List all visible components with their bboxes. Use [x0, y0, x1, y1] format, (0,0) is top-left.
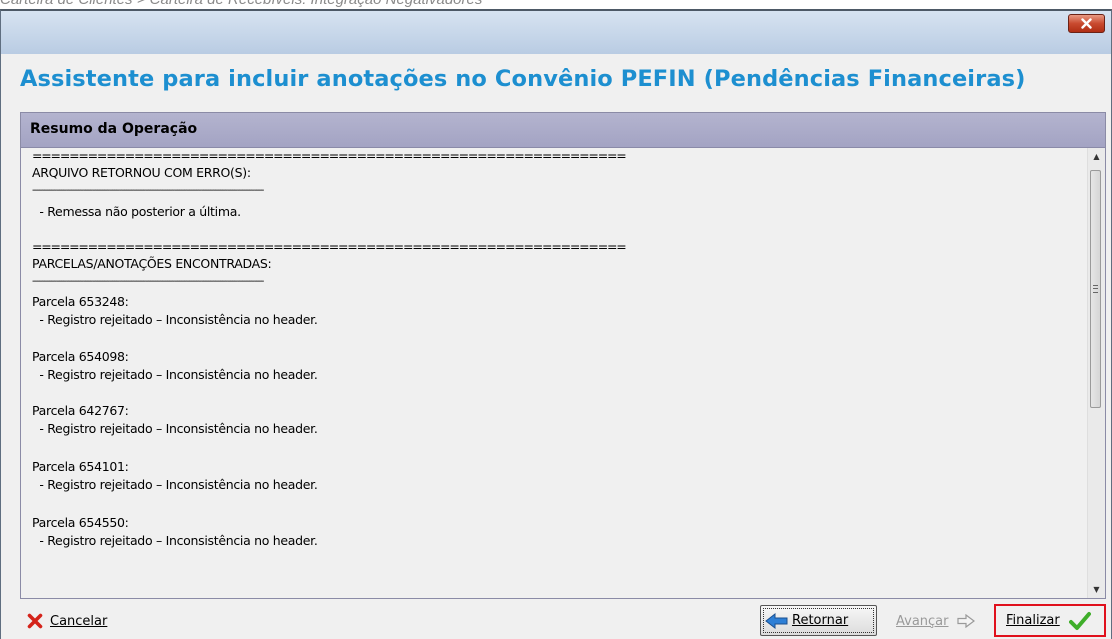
separator-line: ----------------------------------------… [32, 276, 264, 287]
panel-header: Resumo da Operação [21, 113, 1105, 148]
close-button[interactable] [1068, 14, 1105, 33]
retornar-button[interactable]: Retornar [760, 605, 877, 636]
summary-line: - Registro rejeitado – Inconsistência no… [32, 421, 318, 436]
summary-line: Parcela 653248: [32, 294, 129, 309]
summary-line: PARCELAS/ANOTAÇÕES ENCONTRADAS: [32, 256, 272, 271]
wizard-footer: Cancelar Retornar Avançar Finalizar [1, 602, 1111, 639]
left-arrow-icon [765, 612, 789, 629]
cancel-button[interactable]: Cancelar [27, 607, 137, 635]
close-icon [1081, 14, 1092, 33]
cancel-label: Cancelar [50, 613, 108, 629]
scroll-up-arrow-icon[interactable]: ▲ [1088, 148, 1105, 165]
window-titlebar [1, 11, 1111, 55]
summary-panel: Resumo da Operação =====================… [20, 112, 1106, 599]
separator-line: ========================================… [32, 239, 627, 254]
retornar-label: Retornar [792, 613, 849, 628]
finalizar-button[interactable]: Finalizar [994, 604, 1106, 637]
vertical-scrollbar[interactable]: ▲ ▼ [1087, 148, 1105, 598]
check-icon [1068, 611, 1091, 631]
summary-line: Parcela 654101: [32, 459, 129, 474]
summary-line: ARQUIVO RETORNOU COM ERRO(S): [32, 165, 251, 180]
summary-line: - Registro rejeitado – Inconsistência no… [32, 367, 318, 382]
red-x-icon [27, 613, 43, 629]
summary-line: Parcela 654550: [32, 515, 129, 530]
panel-title: Resumo da Operação [30, 121, 198, 137]
summary-line: Parcela 654098: [32, 349, 129, 364]
summary-text[interactable]: ========================================… [21, 148, 1088, 598]
summary-line: - Remessa não posterior a última. [32, 204, 241, 219]
separator-line: ========================================… [32, 148, 627, 163]
scroll-thumb[interactable] [1090, 170, 1101, 408]
separator-line: ----------------------------------------… [32, 185, 264, 196]
avancar-label: Avançar [896, 613, 949, 629]
summary-line: Parcela 642767: [32, 403, 129, 418]
scroll-down-arrow-icon[interactable]: ▼ [1088, 581, 1105, 598]
wizard-window: Assistente para incluir anotações no Con… [0, 9, 1112, 639]
grip-icon [1093, 285, 1098, 293]
wizard-header: Assistente para incluir anotações no Con… [1, 54, 1111, 116]
avancar-button[interactable]: Avançar [896, 607, 986, 635]
summary-line: - Registro rejeitado – Inconsistência no… [32, 477, 318, 492]
page-title: Assistente para incluir anotações no Con… [20, 66, 1026, 92]
document-caption: Carteira de Clientes > Carteira de Receb… [0, 0, 482, 9]
summary-line: - Registro rejeitado – Inconsistência no… [32, 312, 318, 327]
finalizar-label: Finalizar [1006, 613, 1060, 628]
summary-line: - Registro rejeitado – Inconsistência no… [32, 533, 318, 548]
right-arrow-icon [956, 614, 975, 628]
